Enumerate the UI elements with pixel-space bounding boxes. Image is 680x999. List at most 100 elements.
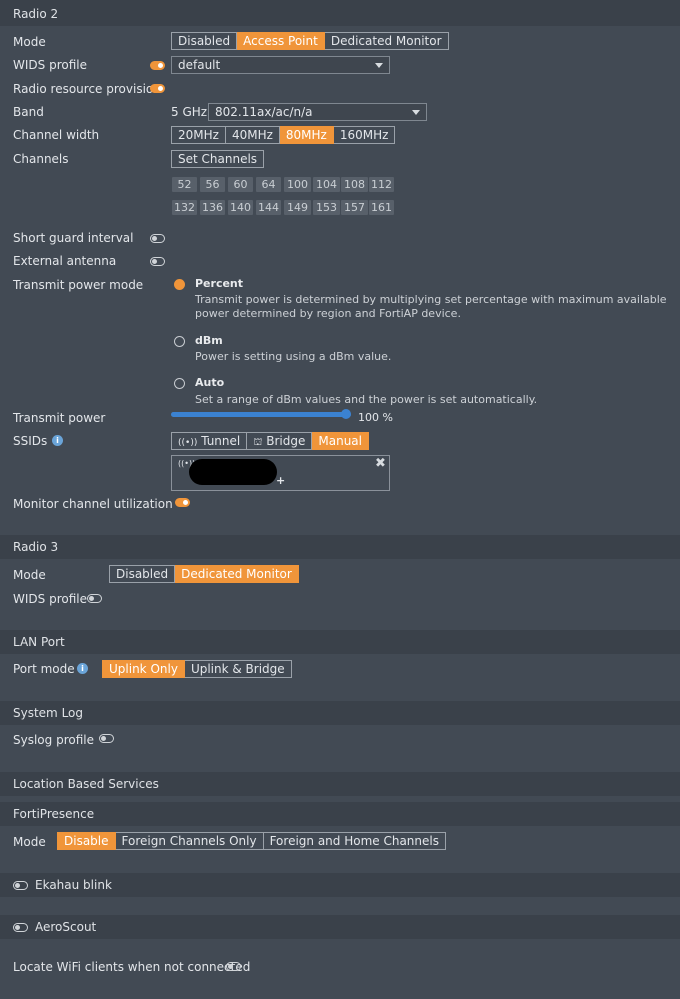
tpm-percent-desc-2: power determined by region and FortiAP d… xyxy=(195,307,461,320)
chevron-down-icon xyxy=(412,110,420,115)
fortipresence-disable[interactable]: Disable xyxy=(57,832,116,850)
radio2-width-160[interactable]: 160MHz xyxy=(333,126,396,144)
radio2-width-label: Channel width xyxy=(13,128,100,142)
radio2-monitor-label: Monitor channel utilization xyxy=(13,497,173,511)
radio2-ssids-label: SSIDs xyxy=(13,434,48,448)
radio2-mode-segment: Disabled Access Point Dedicated Monitor xyxy=(171,32,449,50)
channel-chip: 100 xyxy=(284,177,311,192)
radio2-wids-value: default xyxy=(178,58,221,72)
radio2-mode-access-point[interactable]: Access Point xyxy=(237,32,325,50)
tpm-auto-radio[interactable] xyxy=(174,378,185,389)
lan-uplink-bridge[interactable]: Uplink & Bridge xyxy=(184,660,292,678)
radio3-mode-dedicated-monitor[interactable]: Dedicated Monitor xyxy=(175,565,299,583)
syslog-profile-toggle[interactable] xyxy=(99,734,114,743)
tpm-auto-desc: Set a range of dBm values and the power … xyxy=(195,393,538,406)
close-icon[interactable]: ✖ xyxy=(375,456,386,471)
ekahau-section-header: Ekahau blink xyxy=(0,873,680,897)
channel-chip: 52 xyxy=(172,177,197,192)
set-channels-button[interactable]: Set Channels xyxy=(171,150,265,168)
fortipresence-mode-label: Mode xyxy=(13,835,46,849)
channel-chip: 136 xyxy=(200,200,225,215)
ssid-manual[interactable]: Manual xyxy=(312,432,369,450)
ssid-tunnel[interactable]: ((•)) Tunnel xyxy=(171,432,248,450)
radio2-ext-antenna-label: External antenna xyxy=(13,254,117,268)
add-ssid-icon[interactable]: + xyxy=(276,474,285,487)
channel-chip: 104 xyxy=(313,177,340,192)
radio3-wids-toggle[interactable] xyxy=(87,594,102,603)
radio3-title: Radio 3 xyxy=(13,540,59,554)
fortipresence-foreign-home[interactable]: Foreign and Home Channels xyxy=(263,832,446,850)
radio2-channels-label: Channels xyxy=(13,152,69,166)
syslog-profile-label: Syslog profile xyxy=(13,733,94,747)
radio2-width-40[interactable]: 40MHz xyxy=(225,126,280,144)
bridge-icon: ⛫ xyxy=(253,437,263,448)
fortipresence-title: FortiPresence xyxy=(13,807,95,821)
lan-title: LAN Port xyxy=(13,635,65,649)
channel-chip: 108 xyxy=(341,177,368,192)
radio2-width-20[interactable]: 20MHz xyxy=(171,126,226,144)
radio2-band-label: Band xyxy=(13,105,44,119)
info-icon[interactable]: i xyxy=(77,663,88,674)
locate-label: Locate WiFi clients when not connected xyxy=(13,960,251,974)
channel-chip: 157 xyxy=(341,200,368,215)
channel-chip: 60 xyxy=(228,177,253,192)
channel-chip: 140 xyxy=(228,200,253,215)
syslog-section-header: System Log xyxy=(0,701,680,725)
radio2-mode-label: Mode xyxy=(13,35,46,49)
radio2-band-prefix: 5 GHz xyxy=(171,105,208,119)
channel-chip: 112 xyxy=(369,177,394,192)
radio2-wids-select[interactable]: default xyxy=(171,56,390,74)
radio2-section-header: Radio 2 xyxy=(0,0,680,26)
aeroscout-toggle[interactable] xyxy=(13,923,28,932)
radio3-mode-disabled[interactable]: Disabled xyxy=(109,565,176,583)
ekahau-toggle[interactable] xyxy=(13,881,28,890)
radio2-sgi-toggle[interactable] xyxy=(150,234,165,243)
tpm-dbm-title: dBm xyxy=(195,334,223,347)
fortipresence-foreign-only[interactable]: Foreign Channels Only xyxy=(115,832,264,850)
channel-chip: 161 xyxy=(369,200,394,215)
transmit-power-fill xyxy=(171,412,351,417)
channel-chip: 132 xyxy=(172,200,197,215)
transmit-power-handle[interactable] xyxy=(341,409,351,419)
radio2-mode-disabled[interactable]: Disabled xyxy=(171,32,238,50)
channel-chip: 64 xyxy=(256,177,281,192)
channel-chip: 149 xyxy=(284,200,311,215)
radio2-rrp-toggle[interactable] xyxy=(150,84,165,93)
radio2-mode-dedicated-monitor[interactable]: Dedicated Monitor xyxy=(324,32,449,50)
info-icon[interactable]: i xyxy=(52,435,63,446)
redacted-ssid xyxy=(189,459,277,485)
wifi-icon: ((•)) xyxy=(178,438,198,448)
lbs-title: Location Based Services xyxy=(13,777,159,791)
lan-section-header: LAN Port xyxy=(0,630,680,654)
radio2-width-segment: 20MHz 40MHz 80MHz 160MHz xyxy=(171,126,396,144)
radio2-ext-antenna-toggle[interactable] xyxy=(150,257,165,266)
tpm-dbm-desc: Power is setting using a dBm value. xyxy=(195,350,392,363)
radio3-wids-label: WIDS profile xyxy=(13,592,87,606)
tpm-percent-title: Percent xyxy=(195,277,244,290)
transmit-power-slider[interactable] xyxy=(171,409,351,419)
radio2-monitor-toggle[interactable] xyxy=(175,498,190,507)
radio2-sgi-label: Short guard interval xyxy=(13,231,134,245)
radio3-mode-label: Mode xyxy=(13,568,46,582)
fortipresence-section-header: FortiPresence xyxy=(0,802,680,826)
radio2-tp-label: Transmit power xyxy=(13,411,106,425)
tpm-percent-radio[interactable] xyxy=(174,279,185,290)
ssid-bridge[interactable]: ⛫ Bridge xyxy=(247,432,313,450)
fortipresence-mode-segment: Disable Foreign Channels Only Foreign an… xyxy=(57,832,446,850)
radio2-tpm-label: Transmit power mode xyxy=(13,278,144,292)
radio3-section-header: Radio 3 xyxy=(0,535,680,559)
radio2-band-value: 802.11ax/ac/n/a xyxy=(215,105,313,119)
radio2-wids-toggle[interactable] xyxy=(150,61,165,70)
radio2-width-80[interactable]: 80MHz xyxy=(279,126,334,144)
tpm-percent-desc-1: Transmit power is determined by multiply… xyxy=(195,293,667,306)
lan-port-mode-label: Port mode xyxy=(13,662,75,676)
radio2-band-select[interactable]: 802.11ax/ac/n/a xyxy=(208,103,427,121)
ekahau-label: Ekahau blink xyxy=(35,878,112,892)
radio2-title: Radio 2 xyxy=(13,7,59,21)
channel-chip: 56 xyxy=(200,177,225,192)
ssid-list-box[interactable]: ((•)) ✖ + xyxy=(171,455,390,491)
tpm-dbm-radio[interactable] xyxy=(174,336,185,347)
aeroscout-label: AeroScout xyxy=(35,920,97,934)
locate-toggle[interactable] xyxy=(226,962,241,971)
lan-uplink-only[interactable]: Uplink Only xyxy=(102,660,185,678)
